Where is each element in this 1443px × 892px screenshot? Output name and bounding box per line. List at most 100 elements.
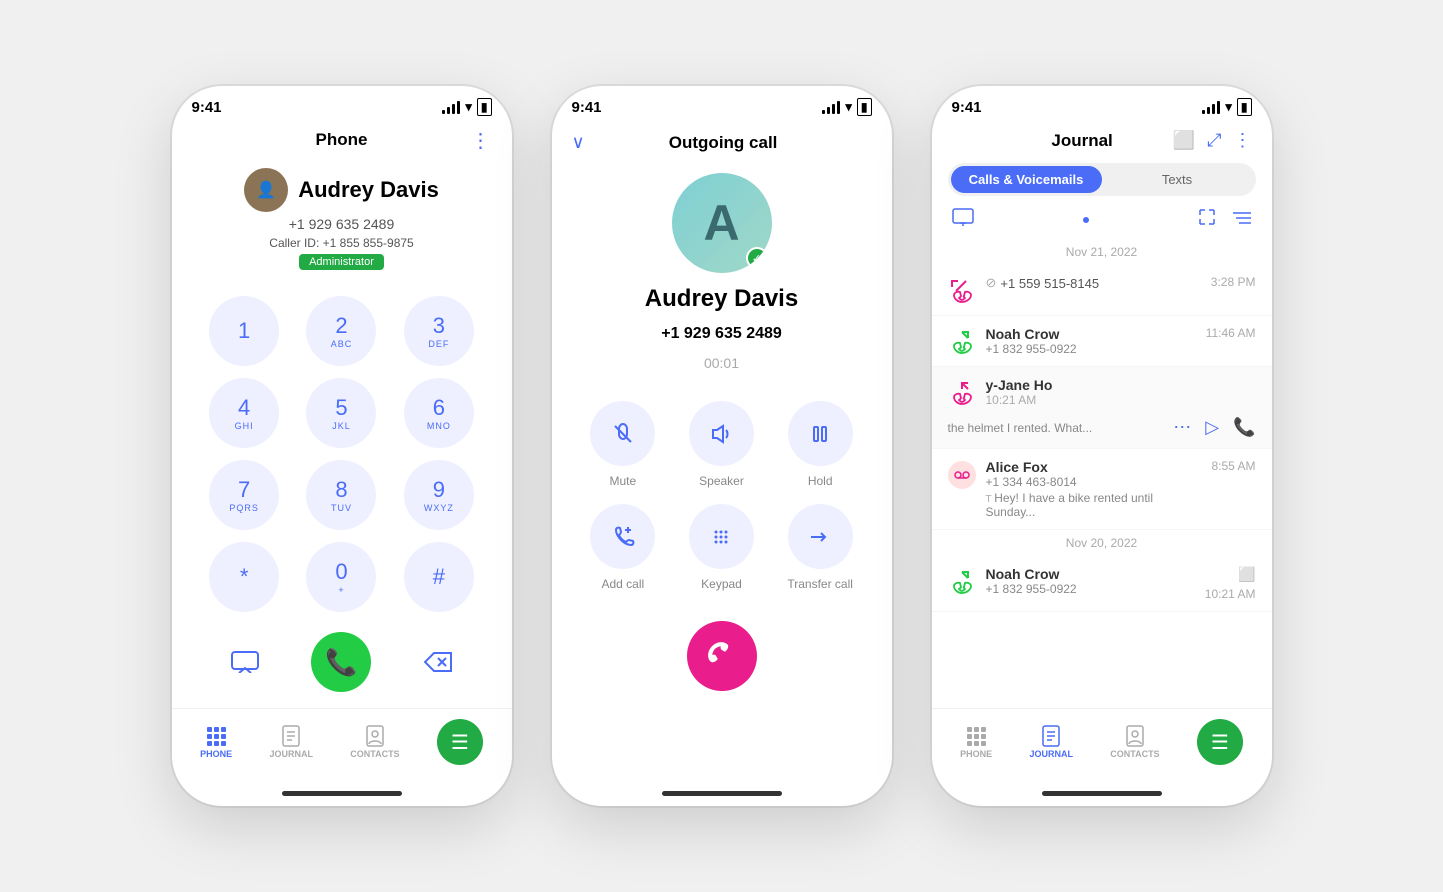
tab-journal-3[interactable]: JOURNAL xyxy=(1029,725,1073,759)
status-bar-1: 9:41 ▾ ▮ xyxy=(172,86,512,122)
item4-time: 8:55 AM xyxy=(1211,459,1255,473)
collapse-button[interactable]: ∨ xyxy=(572,132,585,153)
date-divider-nov21: Nov 21, 2022 xyxy=(932,239,1272,265)
dial-key-7[interactable]: 7 PQRS xyxy=(209,460,279,530)
contact-avatar: 👤 xyxy=(244,168,288,212)
tab-contacts[interactable]: CONTACTS xyxy=(350,725,399,759)
journal-header: Journal ⬜ ⤢ ⋮ xyxy=(932,122,1272,159)
journal-more-icon[interactable]: ⋮ xyxy=(1234,130,1252,151)
more-options-button[interactable]: ⋮ xyxy=(471,128,492,153)
journal-expand-icon[interactable]: ⤢ xyxy=(1207,130,1221,151)
filter-row xyxy=(932,204,1272,239)
journal-item-1[interactable]: ⊘ +1 559 515-8145 3:28 PM xyxy=(932,265,1272,316)
filter-tv-icon[interactable] xyxy=(952,208,974,231)
outgoing-call-title: Outgoing call xyxy=(595,133,872,153)
backspace-button[interactable] xyxy=(418,642,458,682)
call-controls: Mute Speaker Hold xyxy=(552,391,892,601)
online-badge: ✓ xyxy=(746,247,768,269)
voicemail-icon xyxy=(948,461,976,489)
signal-icon xyxy=(442,101,460,114)
dial-key-5[interactable]: 5 JKL xyxy=(306,378,376,448)
fab-menu-button-3[interactable]: ☰ xyxy=(1197,719,1243,765)
caller-name-large: Audrey Davis xyxy=(645,285,798,313)
outgoing-header: ∨ Outgoing call xyxy=(552,122,892,163)
message-button[interactable] xyxy=(225,642,265,682)
caller-avatar-large: A ✓ xyxy=(672,173,772,273)
add-call-button[interactable]: Add call xyxy=(582,504,665,591)
dial-key-star[interactable]: * xyxy=(209,542,279,612)
dialpad: 1 2 ABC 3 DEF 4 GHI 5 JKL 6 MNO xyxy=(172,286,512,622)
add-call-label: Add call xyxy=(601,577,644,591)
tab-phone[interactable]: PHONE xyxy=(200,725,232,759)
wifi-icon: ▾ xyxy=(465,99,472,115)
missed-number: +1 559 515-8145 xyxy=(1000,276,1099,291)
signal-icon-2 xyxy=(822,101,840,114)
tab-journal-label: JOURNAL xyxy=(269,749,313,759)
filter-lines-icon[interactable] xyxy=(1232,209,1252,230)
keypad-label: Keypad xyxy=(701,577,742,591)
tab-calls-voicemails[interactable]: Calls & Voicemails xyxy=(951,166,1102,193)
fab-menu-button[interactable]: ☰ xyxy=(437,719,483,765)
status-icons-3: ▾ ▮ xyxy=(1202,98,1251,116)
hold-button[interactable]: Hold xyxy=(779,401,862,488)
tab-contacts-3[interactable]: CONTACTS xyxy=(1110,725,1159,759)
more-button[interactable]: ⋯ xyxy=(1173,417,1191,438)
screen-content-2: ∨ Outgoing call A ✓ Audrey Davis +1 929 … xyxy=(552,122,892,785)
callback-button[interactable]: 📞 xyxy=(1233,417,1255,438)
keypad-button[interactable]: Keypad xyxy=(680,504,763,591)
status-bar-3: 9:41 ▾ ▮ xyxy=(932,86,1272,122)
dial-key-1[interactable]: 1 xyxy=(209,296,279,366)
transfer-icon xyxy=(788,504,853,569)
item5-time: 10:21 AM xyxy=(1205,587,1256,601)
status-icons-1: ▾ ▮ xyxy=(442,98,491,116)
dial-key-6[interactable]: 6 MNO xyxy=(404,378,474,448)
status-time-1: 9:41 xyxy=(192,99,222,116)
screen-content-1: Phone ⋮ 👤 Audrey Davis +1 929 635 2489 C… xyxy=(172,122,512,708)
dial-key-3[interactable]: 3 DEF xyxy=(404,296,474,366)
call-button[interactable]: 📞 xyxy=(311,632,371,692)
dial-key-8[interactable]: 8 TUV xyxy=(306,460,376,530)
journal-tabs: Calls & Voicemails Texts xyxy=(948,163,1256,196)
mute-button[interactable]: Mute xyxy=(582,401,665,488)
dot-indicator xyxy=(1083,217,1089,223)
end-call-button[interactable] xyxy=(687,621,757,691)
journal-item-4[interactable]: Alice Fox +1 334 463-8014 T Hey! I have … xyxy=(932,449,1272,530)
tab-bar-1: PHONE JOURNAL CONTACTS ☰ xyxy=(172,708,512,785)
speaker-label: Speaker xyxy=(699,474,744,488)
journal-item-5[interactable]: Noah Crow +1 832 955-0922 ⬜ 10:21 AM xyxy=(932,556,1272,612)
contact-avatar-row: 👤 Audrey Davis xyxy=(244,168,439,212)
keypad-icon xyxy=(689,504,754,569)
cancelled-icon: ⊘ xyxy=(986,275,997,291)
filter-expand-icon[interactable] xyxy=(1198,208,1216,231)
tab-journal[interactable]: JOURNAL xyxy=(269,725,313,759)
item4-number: +1 334 463-8014 xyxy=(986,475,1202,489)
speaker-button[interactable]: Speaker xyxy=(680,401,763,488)
tab-texts[interactable]: Texts xyxy=(1102,166,1253,193)
play-button[interactable]: ▷ xyxy=(1205,417,1219,438)
journal-item-3[interactable]: y-Jane Ho 10:21 AM the helmet I rented. … xyxy=(932,367,1272,449)
mute-icon xyxy=(590,401,655,466)
item5-name: Noah Crow xyxy=(986,566,1195,582)
caller-id: Caller ID: +1 855 855-9875 xyxy=(269,236,413,250)
tab-phone-label-3: PHONE xyxy=(960,749,992,759)
battery-icon-2: ▮ xyxy=(857,98,872,116)
dial-key-2[interactable]: 2 ABC xyxy=(306,296,376,366)
dial-key-0[interactable]: 0 + xyxy=(306,542,376,612)
tab-phone-3[interactable]: PHONE xyxy=(960,725,992,759)
status-time-2: 9:41 xyxy=(572,99,602,116)
journal-item-2[interactable]: Noah Crow +1 832 955-0922 11:46 AM xyxy=(932,316,1272,367)
dial-key-9[interactable]: 9 WXYZ xyxy=(404,460,474,530)
journal-icons: ⬜ ⤢ ⋮ xyxy=(1173,130,1252,151)
phone-screen-2: 9:41 ▾ ▮ ∨ Outgoing call A ✓ Audrey Davi… xyxy=(552,86,892,806)
transfer-call-button[interactable]: Transfer call xyxy=(779,504,862,591)
journal-title: Journal xyxy=(992,131,1173,151)
dial-key-4[interactable]: 4 GHI xyxy=(209,378,279,448)
phone-header: Phone ⋮ xyxy=(172,122,512,158)
dial-key-hash[interactable]: # xyxy=(404,542,474,612)
item4-name: Alice Fox xyxy=(986,459,1202,475)
call-timer: 00:01 xyxy=(704,355,739,371)
journal-screen-icon[interactable]: ⬜ xyxy=(1173,130,1195,151)
admin-badge: Administrator xyxy=(299,254,384,270)
home-indicator xyxy=(282,791,402,796)
tab-contacts-label-3: CONTACTS xyxy=(1110,749,1159,759)
